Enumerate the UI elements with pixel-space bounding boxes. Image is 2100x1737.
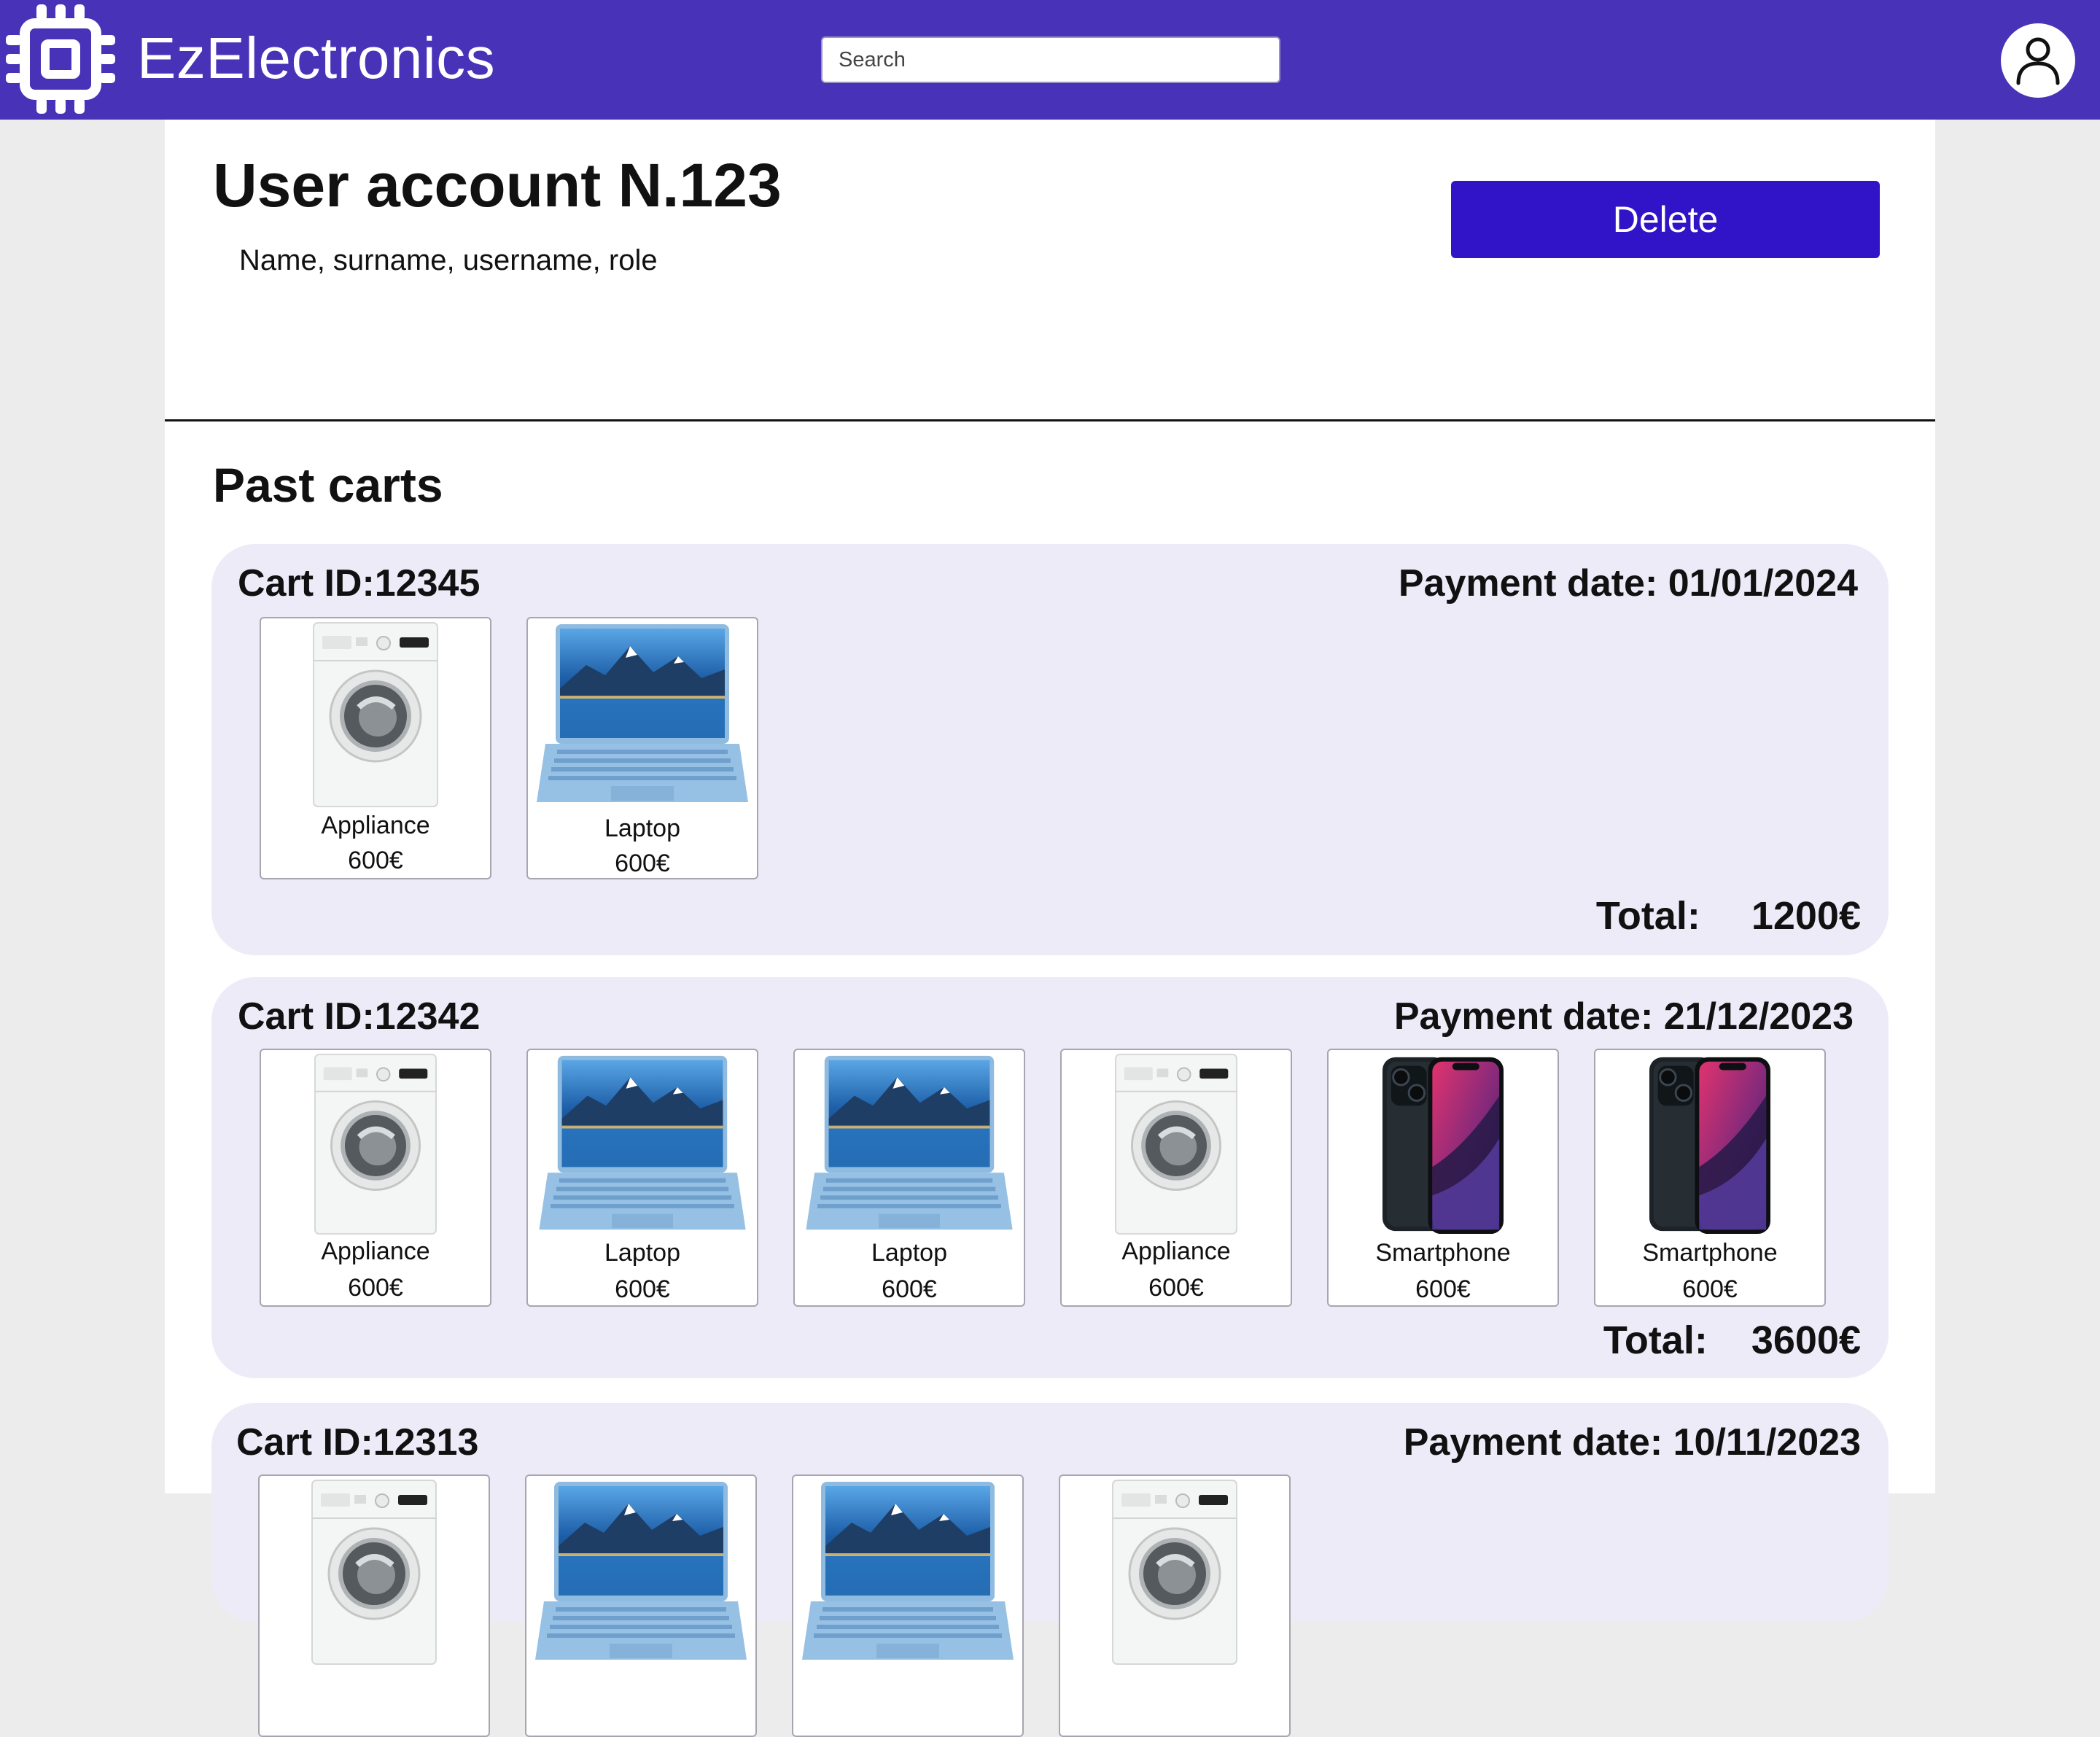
product-name: Appliance <box>321 812 430 839</box>
washing-machine-image <box>267 1479 481 1666</box>
product-card[interactable]: Laptop 600€ <box>526 1049 758 1307</box>
product-name: Smartphone <box>1375 1239 1511 1267</box>
smartphone-image <box>1603 1053 1817 1235</box>
product-name: Smartphone <box>1642 1239 1778 1267</box>
washing-machine-image <box>1069 1053 1283 1235</box>
chip-icon[interactable] <box>4 3 117 115</box>
laptop-image <box>534 1479 748 1666</box>
product-price: 600€ <box>615 1275 670 1303</box>
washing-machine-image <box>268 621 483 808</box>
product-card[interactable]: Laptop 600€ <box>526 617 758 879</box>
product-name: Laptop <box>604 1239 680 1267</box>
total-amount: 1200€ <box>1751 894 1861 938</box>
laptop-image <box>535 621 750 808</box>
product-card[interactable] <box>1059 1474 1291 1737</box>
smartphone-image <box>1336 1053 1550 1235</box>
top-navbar: EzElectronics <box>0 0 2100 120</box>
product-card[interactable]: Appliance 600€ <box>260 1049 491 1307</box>
payment-date: Payment date: 01/01/2024 <box>1398 562 1858 605</box>
divider <box>165 419 1935 421</box>
product-card[interactable] <box>525 1474 757 1737</box>
delete-button[interactable]: Delete <box>1451 181 1880 258</box>
profile-button[interactable] <box>2001 23 2075 98</box>
product-price: 600€ <box>882 1275 937 1303</box>
product-name: Laptop <box>871 1239 947 1267</box>
product-card[interactable]: Smartphone 600€ <box>1327 1049 1559 1307</box>
search-input[interactable] <box>821 36 1280 83</box>
account-details: Name, surname, username, role <box>239 244 658 276</box>
product-price: 600€ <box>348 847 403 874</box>
payment-date: Payment date: 10/11/2023 <box>1403 1421 1861 1464</box>
product-name: Appliance <box>1121 1237 1231 1265</box>
cart-card: Cart ID:12342 Payment date: 21/12/2023 A… <box>211 977 1889 1378</box>
cart-total: Total: 3600€ <box>1603 1317 1861 1364</box>
washing-machine-image <box>1068 1479 1282 1666</box>
page-title: User account N.123 <box>213 151 782 219</box>
total-label: Total: <box>1595 894 1700 938</box>
section-title: Past carts <box>213 458 443 512</box>
laptop-image <box>802 1053 1016 1235</box>
product-name: Appliance <box>321 1237 430 1265</box>
cart-id: Cart ID:12313 <box>236 1421 479 1464</box>
product-card[interactable]: Appliance 600€ <box>260 617 491 879</box>
cart-total: Total: 1200€ <box>1596 893 1861 939</box>
cart-id: Cart ID:12345 <box>238 562 481 605</box>
total-label: Total: <box>1603 1318 1708 1362</box>
product-price: 600€ <box>1148 1274 1204 1302</box>
product-card[interactable]: Smartphone 600€ <box>1594 1049 1826 1307</box>
product-price: 600€ <box>348 1274 403 1302</box>
product-name: Laptop <box>604 815 680 842</box>
product-card[interactable]: Laptop 600€ <box>793 1049 1025 1307</box>
cart-id: Cart ID:12342 <box>238 995 481 1038</box>
main-panel: User account N.123 Name, surname, userna… <box>165 120 1935 1737</box>
product-card[interactable] <box>258 1474 490 1737</box>
washing-machine-image <box>268 1053 483 1235</box>
laptop-image <box>535 1053 750 1235</box>
total-amount: 3600€ <box>1751 1318 1861 1362</box>
product-card[interactable] <box>792 1474 1024 1737</box>
product-card[interactable]: Appliance 600€ <box>1060 1049 1292 1307</box>
product-price: 600€ <box>615 850 670 877</box>
laptop-image <box>801 1479 1015 1666</box>
product-price: 600€ <box>1682 1275 1738 1303</box>
user-icon <box>2016 37 2060 85</box>
cart-card: Cart ID:12345 Payment date: 01/01/2024 A… <box>211 544 1889 955</box>
brand-name[interactable]: EzElectronics <box>137 22 495 95</box>
product-price: 600€ <box>1415 1275 1471 1303</box>
cart-card: Cart ID:12313 Payment date: 10/11/2023 <box>211 1403 1889 1737</box>
payment-date: Payment date: 21/12/2023 <box>1393 995 1854 1038</box>
